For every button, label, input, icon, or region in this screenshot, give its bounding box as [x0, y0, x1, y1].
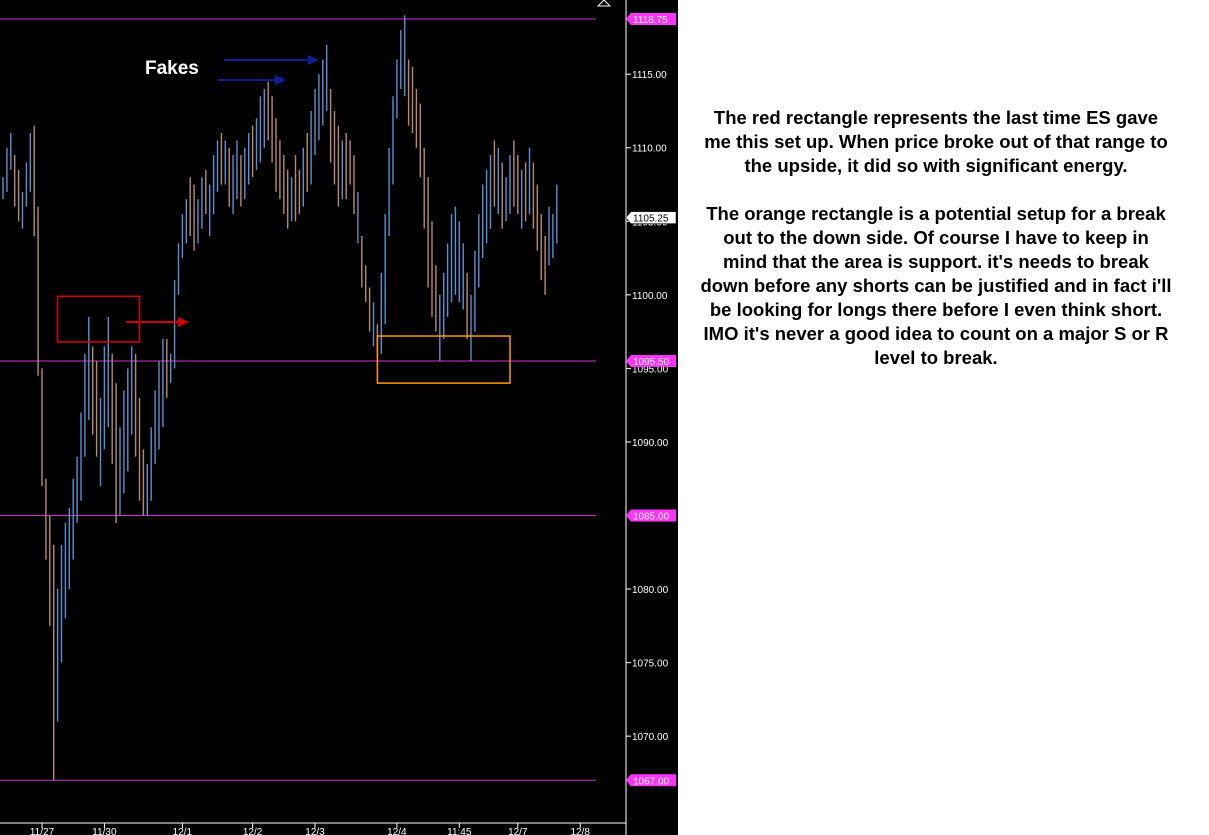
orange-rectangle: [376, 335, 511, 384]
date-label: 12/1: [173, 827, 193, 835]
tick-label: 1070.00: [632, 732, 669, 743]
date-label: 12/7: [508, 827, 528, 835]
date-label: 12/3: [305, 827, 325, 835]
price-bars: [2, 15, 558, 781]
level-tag-label: 1095.50: [633, 357, 670, 368]
date-label: 11/27: [30, 827, 55, 835]
scroll-marker: [596, 0, 612, 7]
fakes-arrow-upper: [224, 55, 319, 65]
date-label: 12/4: [387, 827, 407, 835]
breakout-arrow: [126, 317, 189, 327]
tick-label: 1090.00: [632, 438, 669, 449]
fakes-label: Fakes: [145, 58, 199, 79]
price-chart[interactable]: Fakes 1115.001110.001105.001100.001095.0…: [0, 0, 678, 835]
arrow-head: [178, 317, 189, 327]
arrow-head: [275, 75, 286, 85]
tick-label: 1115.00: [632, 70, 667, 81]
commentary-paragraph-1: The red rectangle represents the last ti…: [704, 107, 1168, 176]
red-rectangle: [56, 295, 141, 343]
annotations: Fakes: [56, 55, 511, 384]
commentary-text: The red rectangle represents the last ti…: [700, 106, 1172, 394]
date-label: 12/2: [243, 827, 263, 835]
date-label: 11/30: [92, 827, 117, 835]
date-label: 11:45: [447, 827, 472, 835]
tick-label: 1100.00: [632, 291, 668, 302]
chart-canvas[interactable]: Fakes 1115.001110.001105.001100.001095.0…: [0, 0, 678, 835]
price-axis: 1115.001110.001105.001100.001095.001090.…: [596, 0, 677, 835]
time-axis: 11/27 11/30 12/1 12/2 12/3 12/4 11:45 12/7 12/8: [0, 822, 626, 835]
level-tag-label: 1118.75: [633, 15, 668, 26]
last-price-label: 1105.25: [633, 214, 669, 225]
arrow-head: [308, 55, 319, 65]
commentary-paragraph-2: The orange rectangle is a potential setu…: [700, 203, 1172, 368]
date-label: 12/8: [570, 827, 590, 835]
tick-label: 1080.00: [632, 585, 669, 596]
level-tag-label: 1085.00: [633, 512, 670, 523]
tick-label: 1075.00: [632, 659, 669, 670]
fakes-arrow-lower: [218, 75, 286, 85]
tick-label: 1110.00: [632, 144, 667, 155]
level-tag-label: 1067.00: [633, 776, 670, 787]
